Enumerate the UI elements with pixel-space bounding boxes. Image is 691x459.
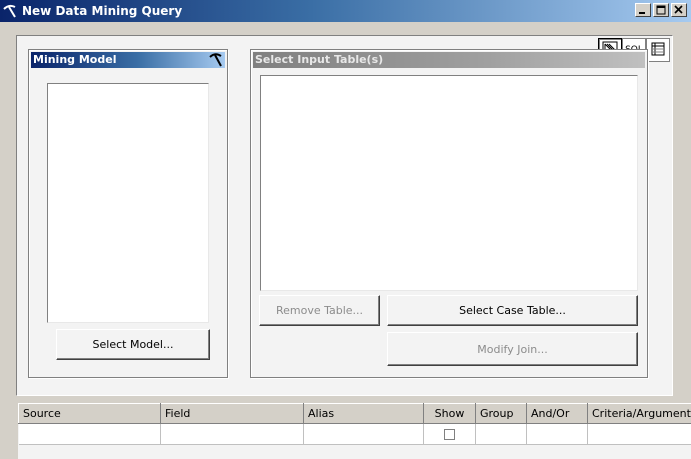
and-or-cell[interactable] xyxy=(526,423,588,445)
alias-cell[interactable] xyxy=(303,423,424,445)
show-cell xyxy=(423,423,476,445)
modify-join-label: Modify Join... xyxy=(477,342,548,356)
remove-table-label: Remove Table... xyxy=(275,304,364,317)
result-view-button[interactable] xyxy=(646,38,670,62)
column-header-field[interactable]: Field xyxy=(160,403,304,424)
column-header-show[interactable]: Show xyxy=(423,403,476,424)
minimize-button[interactable] xyxy=(635,3,651,17)
modify-join-button[interactable]: Modify Join... xyxy=(387,332,638,366)
query-grid: Source Field Alias Show Group And/Or Cri… xyxy=(18,403,691,459)
maximize-button[interactable] xyxy=(653,3,669,17)
source-cell[interactable] xyxy=(18,423,161,445)
close-button[interactable] xyxy=(671,3,687,17)
input-table-title: Select Input Table(s) xyxy=(255,53,384,66)
remove-table-button[interactable]: Remove Table... xyxy=(259,295,380,326)
group-cell[interactable] xyxy=(475,423,527,445)
field-cell[interactable] xyxy=(160,423,304,445)
mining-model-header: Mining Model xyxy=(31,52,225,68)
select-case-table-button[interactable]: Select Case Table... xyxy=(387,295,638,326)
column-header-group[interactable]: Group xyxy=(475,403,527,424)
grid-header-row: Source Field Alias Show Group And/Or Cri… xyxy=(18,403,691,424)
column-header-source[interactable]: Source xyxy=(18,403,161,424)
mining-pick-icon xyxy=(2,3,18,19)
mining-model-display[interactable] xyxy=(47,83,209,323)
input-table-display[interactable] xyxy=(260,75,638,291)
window-title: New Data Mining Query xyxy=(22,4,183,18)
column-header-and-or[interactable]: And/Or xyxy=(526,403,588,424)
select-model-label: Select Model... xyxy=(92,338,174,351)
result-view-icon xyxy=(651,42,665,59)
mining-pick-icon xyxy=(209,53,223,72)
title-bar: New Data Mining Query xyxy=(0,0,691,22)
table-row xyxy=(18,423,691,445)
select-model-button[interactable]: Select Model... xyxy=(56,329,210,360)
criteria-argument-cell[interactable] xyxy=(587,423,691,445)
mining-model-title: Mining Model xyxy=(33,53,117,66)
show-checkbox[interactable] xyxy=(444,428,455,440)
select-case-table-label: Select Case Table... xyxy=(459,304,566,317)
column-header-alias[interactable]: Alias xyxy=(303,403,424,424)
input-table-header: Select Input Table(s) xyxy=(253,52,645,68)
column-header-criteria-argument[interactable]: Criteria/Argument xyxy=(587,403,691,424)
